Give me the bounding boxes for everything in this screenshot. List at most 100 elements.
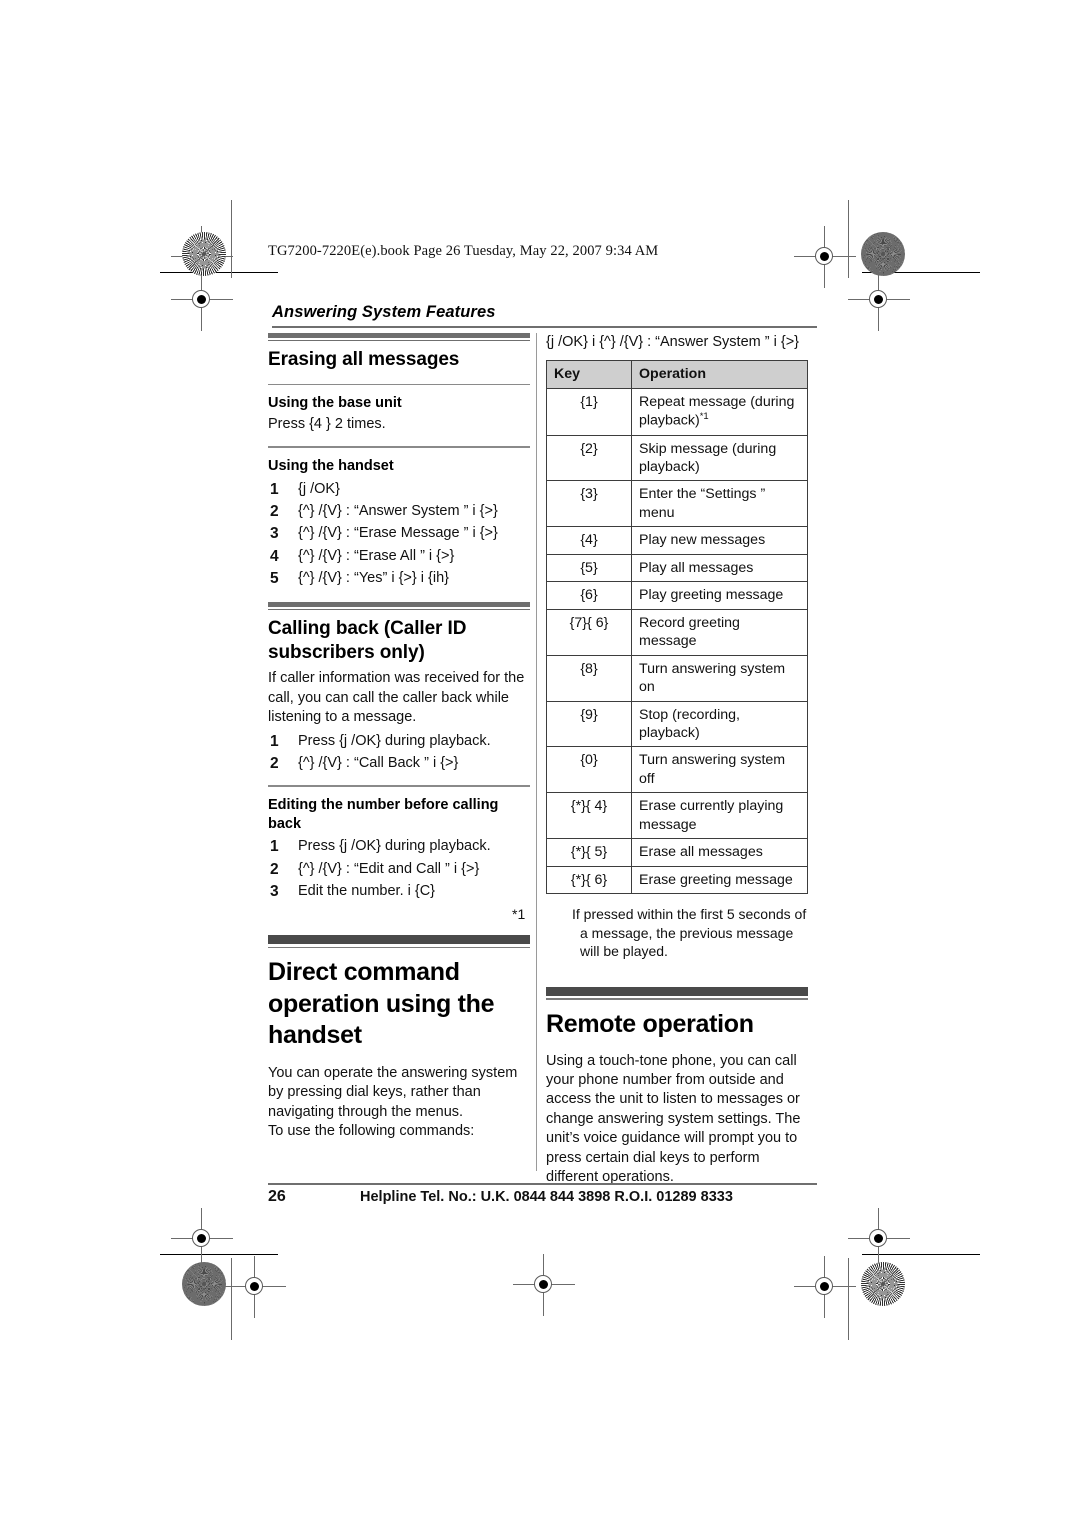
cell-operation: Repeat message (during playback)*1 (631, 387, 808, 436)
cell-operation: Play new messages (631, 526, 808, 555)
cell-key: {*}{ 6} (546, 865, 632, 895)
cell-operation: Record greeting message (631, 608, 808, 656)
table-row: {9} Stop (recording, playback) (546, 700, 808, 748)
column-divider (536, 333, 538, 1171)
table-row: {7}{ 6} Record greeting message (546, 608, 808, 656)
cell-operation: Turn answering system off (631, 746, 808, 794)
cell-key: {0} (546, 746, 632, 794)
section-heading-remote-operation: Remote operation (546, 1010, 754, 1039)
base-unit-instruction: Press {4 } 2 times. (268, 415, 386, 432)
left-column: Erasing all messages Using the base unit… (268, 333, 530, 1142)
chapter-bar (268, 935, 530, 945)
footer-rule (268, 1183, 817, 1185)
table-row: {*}{ 5} Erase all messages (546, 838, 808, 867)
remote-operation-paragraph: Using a touch-tone phone, you can call y… (546, 1052, 801, 1186)
list-item: 5 {^} /{V} : “Yes” i {>} i {ih} (268, 569, 530, 588)
handset-steps-list: 1 {j /OK} 2 {^} /{V} : “Answer System ” i … (268, 480, 530, 588)
section-heading-calling-back: Calling back (Caller ID subscribers only… (268, 618, 467, 663)
direct-command-paragraph-1: You can operate the answering system by … (268, 1064, 518, 1120)
step-text: {^} /{V} : “Erase All ” i {>} (298, 547, 455, 564)
table-footnote: *1 If pressed within the first 5 seconds … (512, 905, 808, 961)
table-row: {4} Play new messages (546, 526, 808, 555)
section-remote-operation: Remote operation (546, 986, 808, 1041)
step-number: 1 (270, 732, 279, 750)
step-number: 2 (270, 860, 279, 878)
table-row: {1} Repeat message (during playback)*1 (546, 387, 808, 436)
section-erasing-all-messages: Erasing all messages (268, 333, 530, 372)
cell-key: {9} (546, 700, 632, 748)
section-bar (268, 602, 530, 608)
cell-key: {5} (546, 553, 632, 583)
cell-key: {*}{ 5} (546, 838, 632, 867)
divider-rule-1 (268, 383, 530, 386)
cell-key: {3} (546, 480, 632, 528)
step-number: 3 (270, 882, 279, 900)
remote-lead-in-text: {j /OK} i {^} /{V} : “Answer System ” i … (546, 334, 800, 350)
cell-operation: Play greeting message (631, 581, 808, 610)
section-direct-command: Direct command operation using the hands… (268, 935, 530, 1052)
step-text: Edit the number. i {C} (298, 882, 436, 899)
cell-operation: Skip message (during playback) (631, 434, 808, 482)
step-number: 4 (270, 547, 279, 565)
cell-key: {8} (546, 654, 632, 702)
subheading-editing-number: Editing the number before calling back (268, 796, 499, 832)
section-calling-back: Calling back (Caller ID subscribers only… (268, 602, 530, 664)
manual-page: TG7200-7220E(e).book Page 26 Tuesday, Ma… (0, 0, 1080, 1528)
list-item: 3 {^} /{V} : “Erase Message ” i {>} (268, 524, 530, 543)
key-operation-table-body: {1} Repeat message (during playback)*1 {2… (546, 387, 808, 895)
direct-command-paragraph-2: To use the following commands: (268, 1123, 475, 1140)
cell-key: {6} (546, 581, 632, 610)
step-text: {^} /{V} : “Erase Message ” i {>} (298, 525, 498, 542)
footnote-mark: *1 (512, 906, 526, 923)
cell-operation: Erase all messages (631, 838, 808, 867)
step-number: 5 (270, 569, 279, 587)
page-number: 26 (268, 1188, 286, 1205)
step-text: Press {j /OK} during playback. (298, 732, 491, 749)
footnote-marker: *1 (699, 411, 709, 423)
column-header-key: Key (546, 360, 632, 389)
right-column: {j /OK} i {^} /{V} : “Answer System ” i … (512, 333, 808, 1188)
list-item: 3 Edit the number. i {C} (268, 882, 530, 901)
table-row: {*}{ 6} Erase greeting message (546, 865, 808, 895)
step-text: {^} /{V} : “Call Back ” i {>} (298, 754, 459, 771)
table-header-row: Key Operation (546, 360, 808, 389)
table-row: {8} Turn answering system on (546, 654, 808, 702)
table-row: {6} Play greeting message (546, 581, 808, 610)
list-item: 1 Press {j /OK} during playback. (268, 837, 530, 856)
cell-operation: Play all messages (631, 553, 808, 583)
list-item: 1 {j /OK} (268, 480, 530, 499)
step-number: 1 (270, 838, 279, 856)
divider-rule-3 (268, 785, 530, 787)
list-item: 4 {^} /{V} : “Erase All ” i {>} (268, 547, 530, 566)
step-text: {^} /{V} : “Yes” i {>} i {ih} (298, 569, 449, 586)
list-item: 2 {^} /{V} : “Answer System ” i {>} (268, 502, 530, 521)
column-header-operation: Operation (631, 360, 808, 389)
cell-operation: Enter the “Settings ” menu (631, 480, 808, 528)
key-operation-table: Key Operation {1} Repeat message (during … (546, 360, 808, 895)
section-heading-erasing: Erasing all messages (268, 348, 460, 370)
list-item: 2 {^} /{V} : “Edit and Call ” i {>} (268, 860, 530, 879)
step-text: Press {j /OK} during playback. (298, 838, 491, 855)
cell-operation: Erase greeting message (631, 865, 808, 895)
helpline-text: Helpline Tel. No.: U.K. 0844 844 3898 R.… (360, 1189, 733, 1205)
step-number: 2 (270, 503, 279, 521)
list-item: 2 {^} /{V} : “Call Back ” i {>} (268, 754, 530, 773)
cell-operation-text: Repeat message (during playback) (639, 393, 795, 430)
cell-operation: Erase currently playing message (631, 792, 808, 840)
page-title: Answering System Features (272, 303, 496, 321)
chapter-bar (546, 986, 808, 996)
chapter-bar-thin (546, 998, 808, 1001)
step-number: 3 (270, 525, 279, 543)
cell-key: {4} (546, 526, 632, 555)
subheading-using-handset: Using the handset (268, 457, 394, 474)
step-text: {^} /{V} : “Answer System ” i {>} (298, 503, 498, 520)
subheading-using-base-unit: Using the base unit (268, 395, 402, 412)
editing-steps-list: 1 Press {j /OK} during playback. 2 {^} /{V… (268, 837, 530, 901)
section-heading-direct-command: Direct command operation using the hands… (268, 958, 495, 1050)
section-bar-thin (268, 608, 530, 611)
section-bar-thin (268, 339, 530, 341)
cell-key: {*}{ 4} (546, 792, 632, 840)
cell-key: {2} (546, 434, 632, 482)
cell-operation: Turn answering system on (631, 654, 808, 702)
table-row: {0} Turn answering system off (546, 746, 808, 794)
